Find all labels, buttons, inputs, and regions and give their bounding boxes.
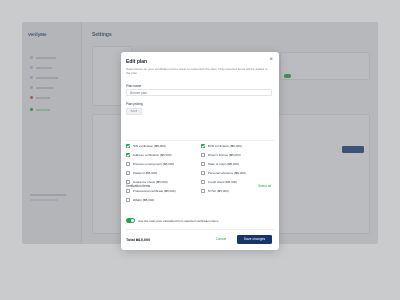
divider [126,140,274,141]
checkbox[interactable] [126,162,131,167]
checkbox-label: Credit check (₦5,000) [207,180,238,185]
checkbox-waec[interactable]: WAEC (₦5,000) [126,198,155,203]
checkbox[interactable] [126,144,131,149]
checkbox-label: Driver's license (₦5,000) [207,153,241,158]
select-all-button[interactable]: Select all [258,184,271,188]
checkbox-bvn-verification[interactable]: BVN verification (₦5,000) [201,144,242,149]
checkbox-label: BVN verification (₦5,000) [207,144,242,149]
plan-pricing-field[interactable]: 5025 [126,108,142,115]
checkbox[interactable] [126,180,131,185]
verification-items-label: Verification items [126,184,151,188]
checkbox-label: Passport (₦5,000) [132,171,158,176]
checkbox-nysc[interactable]: NYSC (₦5,000) [201,189,229,194]
checkbox[interactable] [126,171,131,176]
checkbox-passport[interactable]: Passport (₦5,000) [126,171,158,176]
checkbox-label: NIN verification (₦5,000) [132,144,166,149]
footer-divider [126,229,274,230]
modal-description: Select items on your verification items … [126,67,268,76]
checkbox-state-of-origin[interactable]: State of origin (₦5,000) [201,162,239,167]
toggle-label: Use the total price calculated from sele… [138,219,219,223]
checkbox-label: Guarantor check (₦5,000) [132,180,168,185]
checkbox[interactable] [201,162,206,167]
checkbox-label: WAEC (₦5,000) [132,198,155,203]
checkbox-label: Previous employment (₦5,000) [132,162,175,167]
cancel-button[interactable]: Cancel [212,235,230,243]
checkbox-address-verification[interactable]: Address verification (₦5,000) [126,153,172,158]
plan-name-input[interactable] [126,89,272,96]
checkbox-label: State of origin (₦5,000) [207,162,239,167]
edit-plan-modal: Edit plan × Select items on your verific… [121,52,279,250]
checkbox-professional-certificate[interactable]: Professional certificate (₦5,000) [126,189,176,194]
checkbox-previous-employment[interactable]: Previous employment (₦5,000) [126,162,175,167]
total-price: Total ₦15,000 [126,238,151,242]
checkbox[interactable] [126,189,131,194]
checkbox[interactable] [201,189,206,194]
checkbox[interactable] [201,153,206,158]
modal-title: Edit plan [126,59,148,65]
checkbox-label: Personal reference (₦5,000) [207,171,246,176]
plan-pricing-label: Plan pricing [126,102,143,106]
checkbox-drivers-license[interactable]: Driver's license (₦5,000) [201,153,241,158]
plan-name-label: Plan name [126,84,142,88]
checkbox-label: Address verification (₦5,000) [132,153,172,158]
checkbox[interactable] [126,153,131,158]
checkbox-label: NYSC (₦5,000) [207,189,229,194]
save-changes-button[interactable]: Save changes [237,235,272,244]
checkbox-personal-reference[interactable]: Personal reference (₦5,000) [201,171,246,176]
checkbox[interactable] [126,198,131,203]
checkbox[interactable] [201,144,206,149]
checkbox[interactable] [201,180,206,185]
use-total-price-toggle[interactable] [126,218,135,223]
close-icon[interactable]: × [269,57,273,63]
checkbox-label: Professional certificate (₦5,000) [132,189,176,194]
checkbox-guarantor-check[interactable]: Guarantor check (₦5,000) [126,180,168,185]
checkbox-nin-verification[interactable]: NIN verification (₦5,000) [126,144,166,149]
checkbox-credit-check[interactable]: Credit check (₦5,000) [201,180,238,185]
checkbox[interactable] [201,171,206,176]
